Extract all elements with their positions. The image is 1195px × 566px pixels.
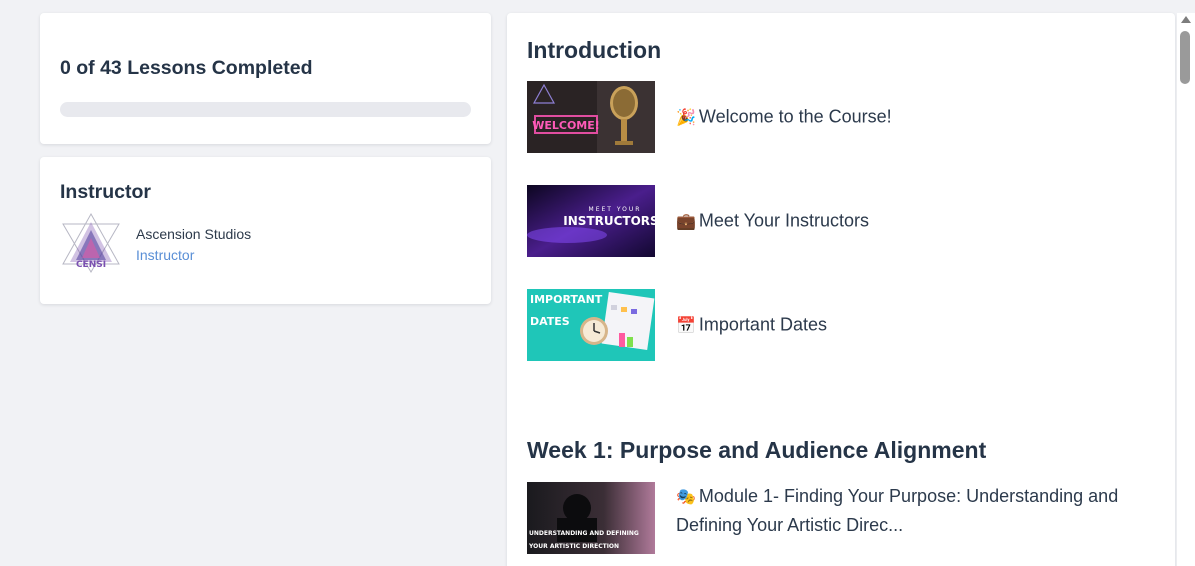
briefcase-icon: 💼 xyxy=(676,211,696,231)
svg-text:CENSI: CENSI xyxy=(76,260,106,270)
course-content-panel: Introduction WELCOME! � xyxy=(507,13,1175,566)
lesson-item-meet-instructors[interactable]: MEET YOUR INSTRUCTORS 💼 Meet Your Instruc… xyxy=(527,185,1147,257)
meet-your-thumb-text: MEET YOUR xyxy=(589,206,642,213)
instructor-name[interactable]: Ascension Studios xyxy=(136,226,251,242)
module-thumb-text-top: UNDERSTANDING AND DEFINING xyxy=(529,530,639,537)
party-popper-icon: 🎉 xyxy=(676,107,696,127)
progress-bar xyxy=(60,102,471,117)
welcome-thumb-text: WELCOME! xyxy=(532,119,600,132)
lesson-title[interactable]: 🎭 Module 1- Finding Your Purpose: Underst… xyxy=(676,482,1146,539)
calendar-icon: 📅 xyxy=(676,315,696,335)
lesson-title-text: Welcome to the Course! xyxy=(698,106,892,127)
dates-thumb-text: DATES xyxy=(530,315,570,328)
lesson-title-text: Meet Your Instructors xyxy=(698,210,870,231)
lesson-item-welcome[interactable]: WELCOME! 🎉 Welcome to the Course! xyxy=(527,81,1147,153)
section-title-introduction: Introduction xyxy=(527,37,662,63)
lesson-item-important-dates[interactable]: IMPORTANT DATES 📅 Important Dates xyxy=(527,289,1147,361)
instructor-card: Instructor CENSI Ascension Studios Instr… xyxy=(40,157,491,304)
progress-title: 0 of 43 Lessons Completed xyxy=(60,57,313,79)
course-page: 0 of 43 Lessons Completed Instructor CEN… xyxy=(0,0,1195,566)
section-title-week-1: Week 1: Purpose and Audience Alignment xyxy=(527,437,987,463)
scroll-up-arrow-icon[interactable] xyxy=(1181,16,1191,23)
theater-masks-icon: 🎭 xyxy=(676,487,696,506)
lesson-title-text: Important Dates xyxy=(698,314,827,335)
module-thumb-text: YOUR ARTISTIC DIRECTION xyxy=(528,543,619,550)
instructors-thumb-text: INSTRUCTORS xyxy=(563,214,655,228)
content-scrollbar[interactable] xyxy=(1177,13,1195,566)
lesson-title[interactable]: 🎉 Welcome to the Course! xyxy=(676,103,1146,132)
lesson-thumbnail[interactable]: IMPORTANT DATES xyxy=(527,289,655,361)
important-thumb-text: IMPORTANT xyxy=(530,293,603,306)
instructor-avatar[interactable]: CENSI xyxy=(60,212,122,274)
lesson-item-module-1[interactable]: UNDERSTANDING AND DEFINING YOUR ARTISTIC… xyxy=(527,482,1147,554)
scrollbar-thumb[interactable] xyxy=(1180,31,1190,84)
lesson-thumbnail[interactable]: WELCOME! xyxy=(527,81,655,153)
progress-card: 0 of 43 Lessons Completed xyxy=(40,13,491,144)
lesson-title[interactable]: 💼 Meet Your Instructors xyxy=(676,207,1146,236)
lesson-title-text: Module 1- Finding Your Purpose: Understa… xyxy=(676,486,1119,535)
instructor-heading: Instructor xyxy=(60,181,152,203)
lesson-thumbnail[interactable]: UNDERSTANDING AND DEFINING YOUR ARTISTIC… xyxy=(527,482,655,554)
ascension-logo-icon: CENSI xyxy=(62,212,120,273)
lesson-title[interactable]: 📅 Important Dates xyxy=(676,311,1146,340)
instructor-role: Instructor xyxy=(136,247,195,263)
lesson-thumbnail[interactable]: MEET YOUR INSTRUCTORS xyxy=(527,185,655,257)
